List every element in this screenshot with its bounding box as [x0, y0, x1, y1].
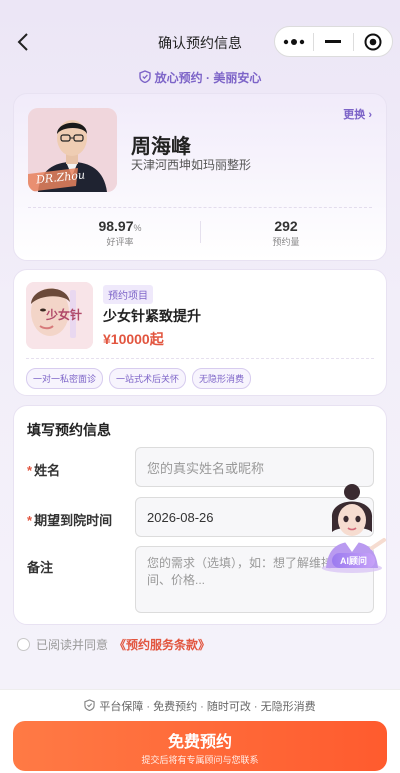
rating-value: 98.97 — [98, 218, 134, 234]
agreement-row[interactable]: 已阅读并同意 《预约服务条款》 — [17, 636, 210, 653]
project-price: ¥10000起 — [103, 331, 164, 347]
name-label-text: 姓名 — [34, 463, 61, 478]
top-bar: 确认预约信息 — [0, 0, 400, 64]
minus-icon[interactable] — [314, 27, 352, 56]
chip-aftercare: 一站式术后关怀 — [109, 368, 187, 389]
bottom-bar: 平台保障 · 免费预约 · 随时可改 · 无隐形消费 免费预约 提交后将有专属顾… — [0, 689, 400, 773]
doctor-avatar: DR.Zhou — [28, 108, 117, 192]
guarantee-line: 平台保障 · 免费预约 · 随时可改 · 无隐形消费 — [0, 698, 400, 714]
project-tag: 预约项目 — [103, 285, 153, 304]
form-title: 填写预约信息 — [27, 422, 111, 438]
shield-icon — [84, 698, 96, 714]
required-mark: * — [27, 463, 33, 478]
assurance-banner: 放心预约 · 美丽安心 — [0, 69, 400, 86]
stat-divider — [200, 221, 201, 243]
project-card: 少女针 预约项目 少女针紧致提升 ¥10000起 一对一私密面诊 一站式术后关怀… — [13, 269, 387, 396]
free-booking-button[interactable]: 免费预约 提交后将有专属顾问与您联系 — [13, 721, 387, 771]
name-input[interactable]: 您的真实姓名或昵称 — [135, 447, 374, 487]
note-label: 备注 — [27, 560, 54, 575]
project-image: 少女针 — [26, 282, 93, 349]
bookings-value: 292 — [274, 218, 298, 234]
change-doctor-link[interactable]: 更换 › — [343, 106, 372, 122]
agreement-radio[interactable] — [17, 638, 30, 651]
rating-stat: 98.97% 好评率 — [60, 218, 180, 248]
date-label-text: 期望到院时间 — [34, 513, 113, 528]
agreement-prefix: 已阅读并同意 — [36, 638, 109, 652]
target-icon[interactable] — [354, 27, 392, 56]
mini-program-capsule — [274, 26, 393, 57]
ai-assistant-badge[interactable]: AI顾问 — [332, 553, 376, 568]
project-chips: 一对一私密面诊 一站式术后关怀 无隐形消费 — [26, 368, 252, 389]
doctor-clinic: 天津河西坤如玛丽整形 — [131, 158, 252, 172]
required-mark: * — [27, 513, 33, 528]
bookings-label: 预约量 — [272, 237, 300, 247]
doctor-card: DR.Zhou 周海峰 天津河西坤如玛丽整形 更换 › 98.97% 好评率 2… — [13, 93, 387, 261]
bookings-stat: 292 预约量 — [226, 218, 346, 248]
guarantee-text: 平台保障 · 免费预约 · 随时可改 · 无隐形消费 — [99, 701, 316, 713]
doctor-name: 周海峰 — [131, 136, 191, 158]
ellipsis-icon[interactable] — [275, 27, 313, 56]
project-name: 少女针紧致提升 — [103, 308, 201, 324]
shield-icon — [138, 69, 151, 86]
project-image-text: 少女针 — [46, 308, 83, 322]
assurance-text: 放心预约 · 美丽安心 — [154, 71, 262, 85]
divider — [26, 358, 374, 359]
rating-unit: % — [133, 223, 142, 233]
chip-consultation: 一对一私密面诊 — [26, 368, 104, 389]
cta-label: 免费预约 — [167, 734, 232, 751]
date-label: * 期望到院时间 — [27, 510, 112, 529]
name-label: * 姓名 — [27, 460, 60, 479]
divider — [28, 207, 372, 208]
terms-link[interactable]: 《预约服务条款》 — [114, 636, 210, 653]
cta-sublabel: 提交后将有专属顾问与您联系 — [141, 755, 259, 765]
chip-no-hidden-fees: 无隐形消费 — [192, 368, 252, 389]
rating-label: 好评率 — [106, 237, 134, 247]
